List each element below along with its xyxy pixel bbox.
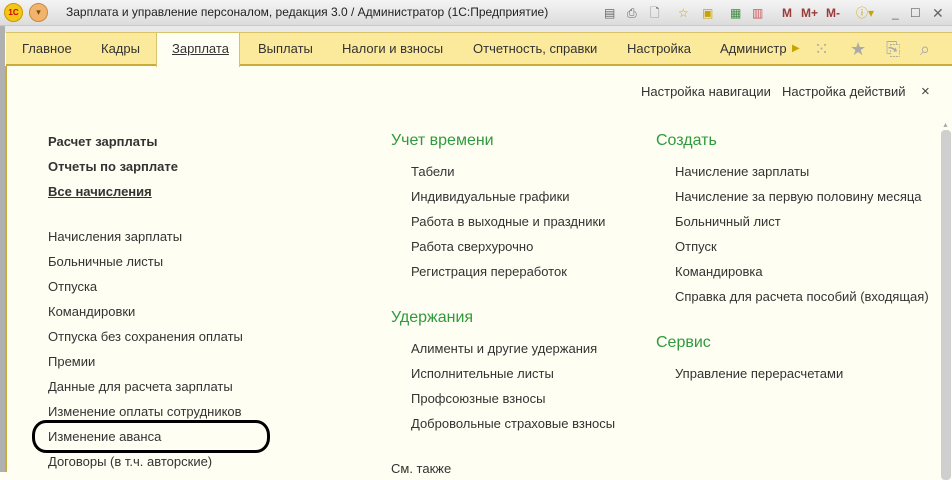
preview-icon[interactable]: 🗋 [650,4,660,22]
info-icon[interactable]: ⓘ▾ [856,4,874,22]
left-border-line [5,66,7,472]
list-item[interactable]: Начисления зарплаты [48,229,182,244]
tab-salary[interactable]: Зарплата [156,33,240,67]
vertical-scrollbar[interactable]: ▲ [940,118,952,480]
scroll-up-icon[interactable]: ▲ [942,122,949,129]
scrollbar-thumb[interactable] [941,130,951,480]
tab-reports[interactable]: Отчетность, справки [473,33,597,65]
memory-minus-button[interactable]: M- [826,4,840,22]
list-item[interactable]: Больничный лист [675,214,781,229]
heading-service: Сервис [656,334,711,351]
list-item[interactable]: Регистрация переработок [411,264,567,279]
close-icon[interactable]: × [921,83,930,100]
list-item[interactable]: Договоры (в т.ч. авторские) [48,454,212,469]
section-panel: Главное Кадры Зарплата Выплаты Налоги и … [6,32,952,67]
scroll-right-icon[interactable]: ▶ [792,33,800,65]
list-item[interactable]: Отпуска без сохранения оплаты [48,329,243,344]
search-icon[interactable]: ⌕ [920,33,930,65]
title-bar: 1С ▾ Зарплата и управление персоналом, р… [0,0,952,26]
memory-plus-button[interactable]: M+ [801,4,818,22]
heading-create: Создать [656,132,717,149]
list-item[interactable]: Премии [48,354,95,369]
maximize-icon[interactable]: ☐ [910,4,921,22]
list-item[interactable]: Справка для расчета пособий (входящая) [675,289,929,304]
navigation-settings-link[interactable]: Настройка навигации [641,84,771,99]
list-item[interactable]: Изменение оплаты сотрудников [48,404,242,419]
list-item[interactable]: Индивидуальные графики [411,189,570,204]
list-item[interactable]: Отпуска [48,279,97,294]
close-window-icon[interactable]: ✕ [932,4,944,22]
list-item[interactable]: Командировка [675,264,763,279]
tab-admin[interactable]: Администр [720,33,788,65]
save-icon[interactable]: ▤ [604,4,615,22]
list-item[interactable]: Данные для расчета зарплаты [48,379,233,394]
list-item[interactable]: Профсоюзные взносы [411,391,545,406]
link-payroll-reports[interactable]: Отчеты по зарплате [48,159,178,174]
list-item[interactable]: Исполнительные листы [411,366,554,381]
list-item[interactable]: Работа в выходные и праздники [411,214,605,229]
memory-m-button[interactable]: M [782,4,792,22]
heading-deductions: Удержания [391,309,474,326]
list-item[interactable]: Добровольные страховые взносы [411,416,615,431]
list-item[interactable]: Начисление за первую половину месяца [675,189,922,204]
minimize-icon[interactable]: _ [892,4,899,22]
link-all-accruals[interactable]: Все начисления [48,184,152,199]
tab-main[interactable]: Главное [22,33,72,65]
list-item[interactable]: Работа сверхурочно [411,239,533,254]
tab-settings[interactable]: Настройка [627,33,691,65]
favorites-icon[interactable]: ▣ [702,4,713,22]
see-also-heading: См. также [391,461,452,476]
add-favorite-icon[interactable]: ☆ [678,4,689,22]
list-item[interactable]: Алименты и другие удержания [411,341,597,356]
action-settings-link[interactable]: Настройка действий [782,84,906,99]
list-item[interactable]: Управление перерасчетами [675,366,843,381]
list-item[interactable]: Больничные листы [48,254,163,269]
1c-logo-icon[interactable]: 1С [4,3,23,22]
history-icon[interactable]: ⎘ [886,33,900,65]
highlight-oval [32,420,270,453]
favorites-star-icon[interactable]: ★ [850,33,866,65]
print-icon[interactable]: ⎙ [627,4,637,22]
list-item[interactable]: Командировки [48,304,135,319]
main-menu-button[interactable]: ▾ [29,3,48,22]
list-item[interactable]: Начисление зарплаты [675,164,809,179]
tab-payments[interactable]: Выплаты [258,33,313,65]
all-functions-icon[interactable]: ⁙ [814,33,829,65]
heading-time-tracking: Учет времени [391,132,494,149]
calculator-icon[interactable]: ▦ [730,4,741,22]
calendar-icon[interactable]: ▥ [752,4,763,22]
list-item[interactable]: Отпуск [675,239,717,254]
list-item[interactable]: Табели [411,164,455,179]
tab-salary-label: Зарплата [172,41,229,56]
tab-hr[interactable]: Кадры [101,33,140,65]
tab-taxes[interactable]: Налоги и взносы [342,33,443,65]
link-payroll-calc[interactable]: Расчет зарплаты [48,134,157,149]
window-title: Зарплата и управление персоналом, редакц… [66,5,549,19]
